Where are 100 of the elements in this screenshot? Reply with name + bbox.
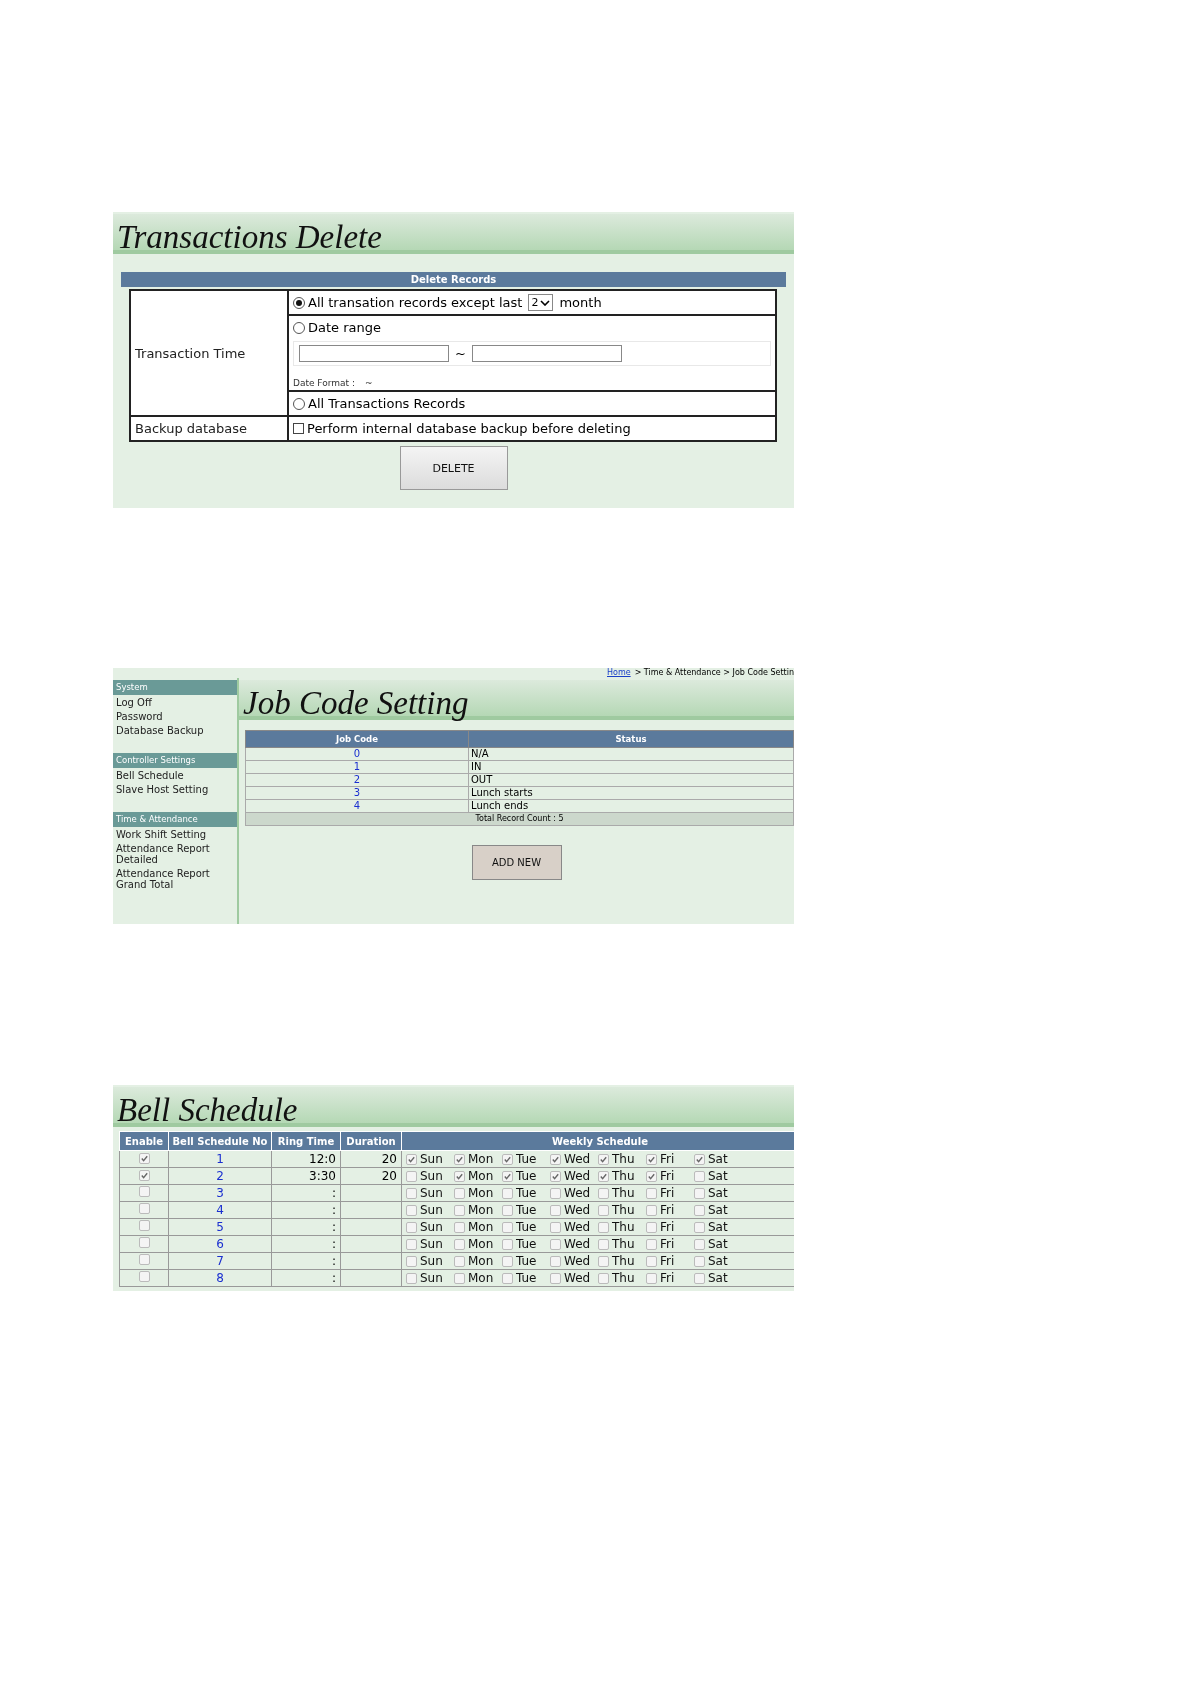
checkbox[interactable] xyxy=(694,1170,705,1182)
schedule-link[interactable]: 7 xyxy=(216,1254,224,1268)
checkbox[interactable] xyxy=(550,1204,561,1216)
checkbox[interactable] xyxy=(502,1255,513,1267)
checkbox[interactable] xyxy=(406,1238,417,1250)
checkbox[interactable] xyxy=(694,1238,705,1250)
job-code-link[interactable]: 0 xyxy=(353,748,361,759)
schedule-link[interactable]: 1 xyxy=(216,1152,224,1166)
checkbox[interactable] xyxy=(454,1153,465,1165)
checkbox[interactable] xyxy=(454,1221,465,1233)
checkbox[interactable] xyxy=(646,1153,657,1165)
checkbox[interactable] xyxy=(502,1204,513,1216)
checkbox[interactable] xyxy=(550,1153,561,1165)
checkbox[interactable] xyxy=(646,1221,657,1233)
sidebar-item[interactable]: Attendance Report Detailed xyxy=(116,843,234,865)
job-code-link[interactable]: 4 xyxy=(353,800,361,811)
checkbox[interactable] xyxy=(138,1271,150,1282)
checkbox[interactable] xyxy=(138,1237,150,1248)
checkbox[interactable] xyxy=(406,1153,417,1165)
sidebar-item[interactable]: Work Shift Setting xyxy=(116,829,234,840)
schedule-link[interactable]: 3 xyxy=(216,1186,224,1200)
checkbox[interactable] xyxy=(646,1255,657,1267)
checkbox[interactable] xyxy=(138,1254,150,1265)
sidebar-item[interactable]: Bell Schedule xyxy=(116,770,234,781)
sidebar-item[interactable]: Slave Host Setting xyxy=(116,784,234,795)
checkbox[interactable] xyxy=(550,1170,561,1182)
date-field[interactable] xyxy=(299,345,449,362)
radio-button[interactable] xyxy=(293,321,305,334)
sidebar-item[interactable]: Log Off xyxy=(116,697,234,708)
checkbox[interactable] xyxy=(138,1153,150,1164)
checkbox[interactable] xyxy=(646,1187,657,1199)
checkbox[interactable] xyxy=(646,1272,657,1284)
column-header: Ring Time xyxy=(271,1131,341,1151)
checkbox[interactable] xyxy=(454,1204,465,1216)
job-code-link[interactable]: 3 xyxy=(353,787,361,798)
day-label: Thu xyxy=(612,1151,635,1167)
checkbox[interactable] xyxy=(550,1272,561,1284)
checkbox[interactable] xyxy=(646,1170,657,1182)
schedule-link[interactable]: 8 xyxy=(216,1271,224,1285)
checkbox[interactable] xyxy=(598,1238,609,1250)
checkbox[interactable] xyxy=(598,1221,609,1233)
checkbox[interactable] xyxy=(138,1203,150,1214)
checkbox[interactable] xyxy=(550,1221,561,1233)
date-field[interactable] xyxy=(471,345,622,362)
checkbox[interactable] xyxy=(646,1238,657,1250)
breadcrumb-link[interactable]: Home xyxy=(607,668,631,677)
checkbox[interactable] xyxy=(694,1221,705,1233)
checkbox[interactable] xyxy=(502,1187,513,1199)
checkbox[interactable] xyxy=(138,1186,150,1197)
delete-button[interactable]: DELETE xyxy=(399,446,508,490)
checkbox[interactable] xyxy=(694,1187,705,1199)
checkbox[interactable] xyxy=(598,1272,609,1284)
add-new-button[interactable]: ADD NEW xyxy=(471,845,562,880)
checkbox[interactable] xyxy=(454,1238,465,1250)
checkbox[interactable] xyxy=(694,1204,705,1216)
checkbox[interactable] xyxy=(598,1153,609,1165)
checkbox[interactable] xyxy=(406,1170,417,1182)
checkbox[interactable] xyxy=(454,1187,465,1199)
checkbox[interactable] xyxy=(550,1238,561,1250)
sidebar-item[interactable]: Password xyxy=(116,711,234,722)
checkbox[interactable] xyxy=(138,1220,150,1231)
checkbox[interactable] xyxy=(694,1153,705,1165)
job-code-link[interactable]: 1 xyxy=(353,761,361,772)
checkbox[interactable] xyxy=(502,1238,513,1250)
checkbox[interactable] xyxy=(293,423,304,434)
radio-button[interactable] xyxy=(293,296,305,309)
checkbox[interactable] xyxy=(598,1204,609,1216)
checkbox[interactable] xyxy=(138,1170,150,1181)
checkbox[interactable] xyxy=(502,1170,513,1182)
day-label: Sat xyxy=(708,1168,728,1184)
checkbox[interactable] xyxy=(406,1221,417,1233)
checkbox[interactable] xyxy=(502,1272,513,1284)
checkbox[interactable] xyxy=(454,1255,465,1267)
checkbox[interactable] xyxy=(550,1187,561,1199)
checkbox[interactable] xyxy=(454,1170,465,1182)
checkbox[interactable] xyxy=(550,1255,561,1267)
sidebar-item[interactable]: Database Backup xyxy=(116,725,234,736)
checkbox[interactable] xyxy=(694,1255,705,1267)
table-cell: : xyxy=(271,1252,341,1270)
checkbox[interactable] xyxy=(406,1204,417,1216)
schedule-link[interactable]: 2 xyxy=(216,1169,224,1183)
checkbox[interactable] xyxy=(406,1187,417,1199)
job-code-link[interactable]: 2 xyxy=(353,774,361,785)
checkbox[interactable] xyxy=(406,1272,417,1284)
checkbox[interactable] xyxy=(598,1170,609,1182)
month-select[interactable]: 2 xyxy=(528,294,554,311)
schedule-link[interactable]: 4 xyxy=(216,1203,224,1217)
day-label: Tue xyxy=(516,1202,537,1218)
radio-button[interactable] xyxy=(293,397,305,410)
checkbox[interactable] xyxy=(694,1272,705,1284)
checkbox[interactable] xyxy=(502,1153,513,1165)
checkbox[interactable] xyxy=(406,1255,417,1267)
checkbox[interactable] xyxy=(646,1204,657,1216)
checkbox[interactable] xyxy=(598,1187,609,1199)
checkbox[interactable] xyxy=(454,1272,465,1284)
schedule-link[interactable]: 6 xyxy=(216,1237,224,1251)
sidebar-item[interactable]: Attendance Report Grand Total xyxy=(116,868,234,890)
checkbox[interactable] xyxy=(502,1221,513,1233)
checkbox[interactable] xyxy=(598,1255,609,1267)
schedule-link[interactable]: 5 xyxy=(216,1220,224,1234)
